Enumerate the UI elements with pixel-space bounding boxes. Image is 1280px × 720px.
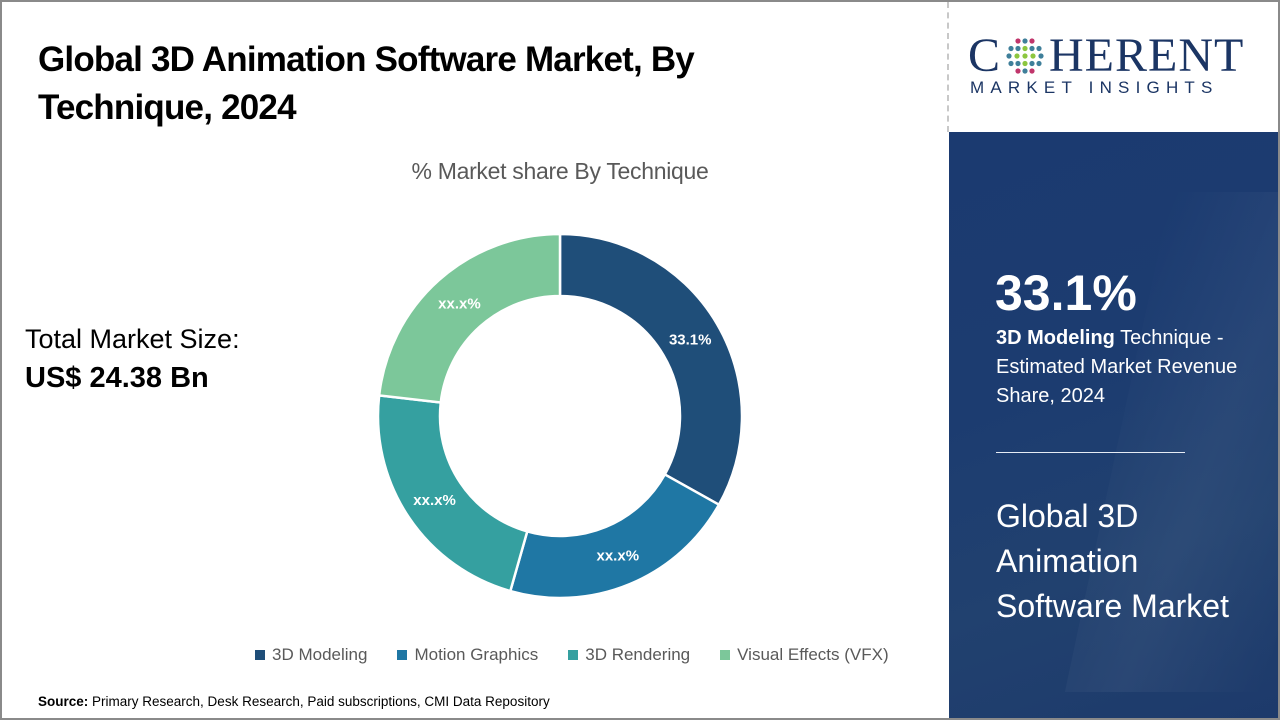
globe-dot xyxy=(1022,68,1028,74)
globe-dot xyxy=(1014,53,1020,59)
globe-dot xyxy=(1015,38,1021,44)
legend-swatch xyxy=(568,650,579,660)
legend-label: 3D Modeling xyxy=(272,645,368,664)
legend-item: 3D Rendering xyxy=(568,645,690,665)
globe-dot xyxy=(1015,45,1021,52)
legend-item: Visual Effects (VFX) xyxy=(720,645,889,665)
source-label: Source: xyxy=(38,694,89,709)
side-panel: 33.1% 3D Modeling Technique - Estimated … xyxy=(949,132,1278,718)
logo-wordmark: C HERENT xyxy=(968,30,1244,82)
logo-letters-herent: HERENT xyxy=(1049,29,1245,82)
legend-swatch xyxy=(255,650,265,660)
logo-tagline: MARKET INSIGHTS xyxy=(970,78,1219,97)
panel-divider-line xyxy=(996,452,1185,453)
legend-item: 3D Modeling xyxy=(255,645,367,665)
globe-dot xyxy=(1008,60,1014,67)
globe-dot xyxy=(1029,68,1035,74)
chart-legend: 3D Modeling Motion Graphics 3D Rendering Vi… xyxy=(255,645,889,665)
globe-dot xyxy=(1022,45,1028,52)
globe-dot xyxy=(1015,68,1021,74)
legend-item: Motion Graphics xyxy=(397,645,538,665)
legend-swatch xyxy=(397,650,408,660)
donut-chart: 33.1% xx.x% xx.x% xx.x% xyxy=(376,232,744,600)
donut-slice-3d-modeling xyxy=(558,232,744,507)
globe-dots-icon xyxy=(1006,38,1044,74)
legend-label: Visual Effects (VFX) xyxy=(737,645,889,664)
globe-dot xyxy=(1029,60,1035,67)
data-label: xx.x% xyxy=(597,548,640,565)
kpi-value: 33.1% xyxy=(995,265,1137,321)
total-market-size-value: US$ 24.38 Bn xyxy=(25,362,209,394)
globe-dot xyxy=(1006,53,1012,59)
legend-swatch xyxy=(720,650,731,660)
kpi-segment: 3D Modeling xyxy=(996,327,1115,349)
globe-dot xyxy=(1022,53,1028,59)
data-label: xx.x% xyxy=(413,492,456,509)
globe-dot xyxy=(1036,45,1042,52)
kpi-description: 3D Modeling Technique - Estimated Market… xyxy=(996,324,1266,411)
donut-slice-motion-graphics xyxy=(508,472,721,600)
total-market-size-label: Total Market Size: xyxy=(25,324,240,354)
globe-dot xyxy=(1030,53,1036,59)
logo-letter-c: C xyxy=(968,29,1002,82)
coherent-market-insights-logo: C HERENT MARKET INSIGHTS xyxy=(968,30,1268,110)
globe-dot xyxy=(1036,60,1042,67)
panel-market-title: Global 3D Animation Software Market xyxy=(996,498,1229,624)
legend-label: Motion Graphics xyxy=(414,645,539,664)
globe-dot xyxy=(1029,38,1035,44)
donut-slice-visual-effects-vfx xyxy=(377,232,562,404)
data-label: xx.x% xyxy=(438,295,481,312)
source-text: Primary Research, Desk Research, Paid su… xyxy=(92,694,550,709)
globe-dot xyxy=(1029,45,1035,52)
legend-label: 3D Rendering xyxy=(585,645,691,664)
globe-dot xyxy=(1008,45,1014,52)
globe-dot xyxy=(1022,60,1028,67)
globe-dot xyxy=(1022,38,1028,44)
data-label: 33.1% xyxy=(669,332,712,349)
globe-dot xyxy=(1015,60,1021,67)
page-title: Global 3D Animation Software Market, By … xyxy=(38,40,695,127)
panel-divider xyxy=(947,2,949,132)
chart-title: % Market share By Technique xyxy=(411,158,709,184)
globe-dot xyxy=(1038,53,1044,59)
source-note: Source: Primary Research, Desk Research,… xyxy=(38,694,550,709)
